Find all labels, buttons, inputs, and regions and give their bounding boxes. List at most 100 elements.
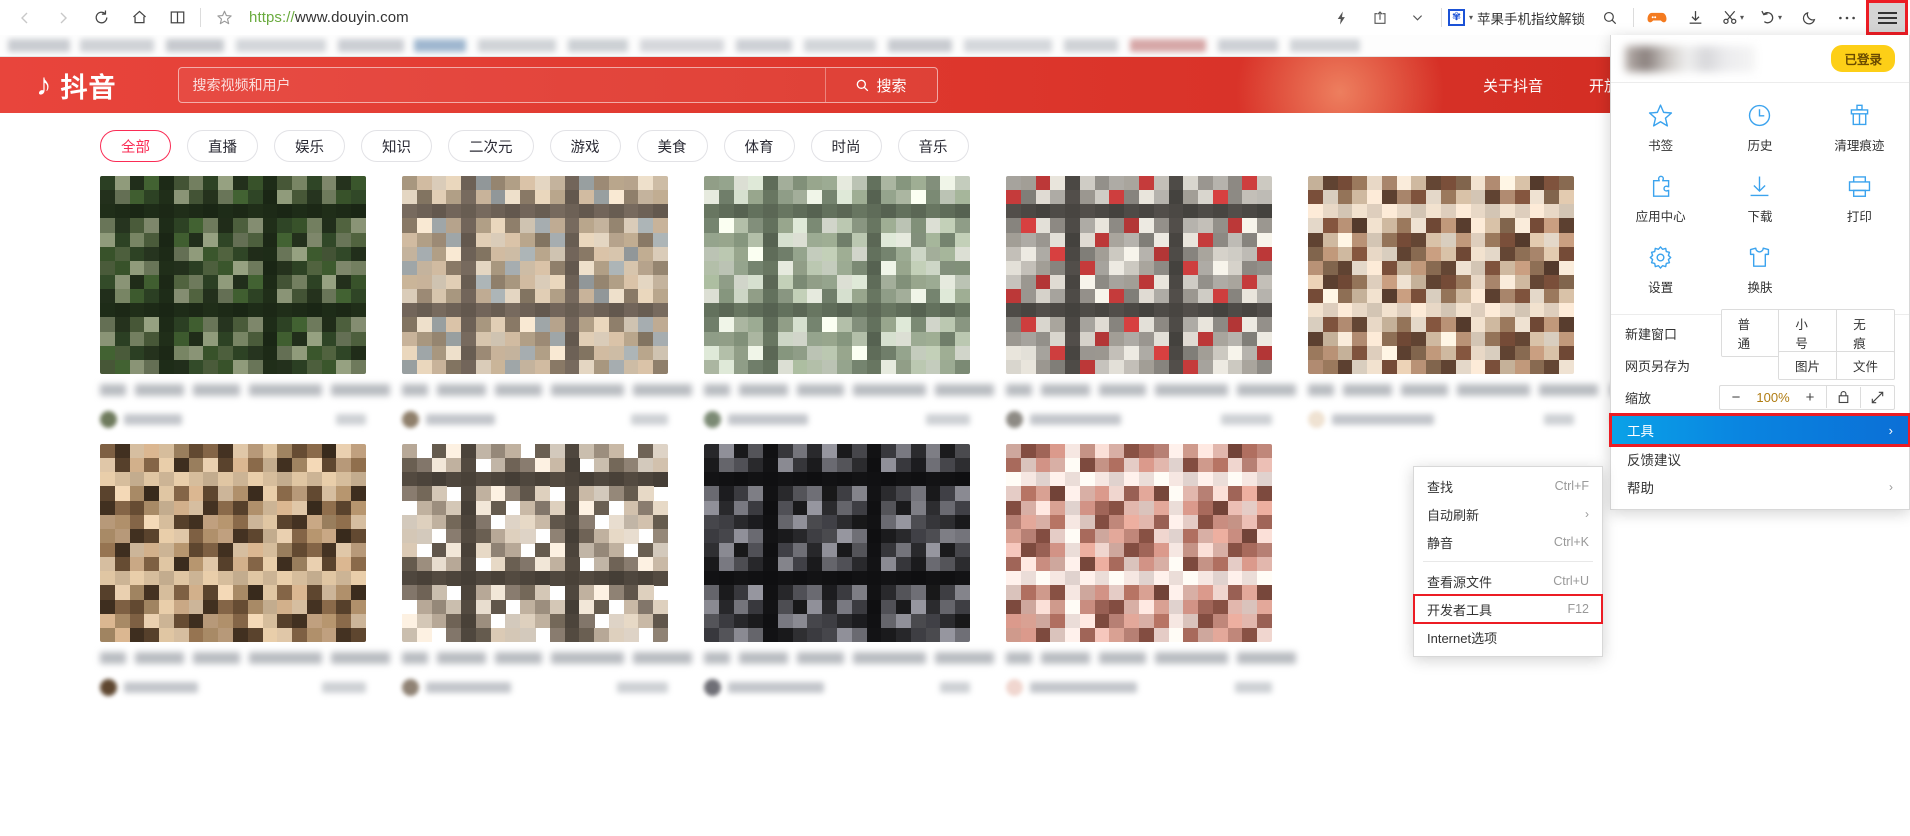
menu-tile-label: 应用中心 [1635, 210, 1686, 224]
nav-link-about[interactable]: 关于抖音 [1483, 75, 1543, 96]
video-card[interactable] [1006, 444, 1296, 696]
video-card[interactable] [704, 444, 994, 696]
submenu-item-2[interactable]: 自动刷新 › [1414, 500, 1602, 528]
chip-knowledge[interactable]: 知识 [361, 130, 432, 162]
save-as-file[interactable]: 文件 [1835, 351, 1894, 379]
video-card[interactable] [1308, 176, 1598, 428]
video-card[interactable] [100, 444, 390, 696]
ad-suggestion[interactable]: ✾ ▾ 苹果手机指纹解锁 [1447, 8, 1585, 28]
ellipsis-icon[interactable] [1828, 3, 1866, 33]
video-card[interactable] [402, 444, 692, 696]
video-card[interactable] [402, 176, 692, 428]
menu-tile-app-center[interactable]: 应用中心 [1611, 164, 1710, 235]
chip-fashion[interactable]: 时尚 [810, 130, 882, 162]
search-icon [857, 79, 869, 91]
chip-live[interactable]: 直播 [187, 130, 258, 162]
back-button[interactable] [6, 3, 44, 33]
view-count-blurred [631, 413, 668, 425]
account-row[interactable]: 已登录 [1611, 35, 1909, 83]
chip-music[interactable]: 音乐 [897, 130, 969, 162]
ad-label: 苹果手机指纹解锁 [1477, 11, 1585, 27]
reload-button[interactable] [82, 3, 120, 33]
menu-item-help[interactable]: 帮助 › [1611, 473, 1909, 501]
new-window-normal[interactable]: 普通 [1721, 310, 1779, 356]
url-scheme: https:// [249, 9, 295, 26]
login-status-badge[interactable]: 已登录 [1831, 45, 1895, 72]
zoom-plus-button[interactable]: + [1804, 389, 1816, 406]
hamburger-menu-button[interactable] [1866, 0, 1908, 35]
share-icon[interactable] [1361, 3, 1399, 33]
chip-food[interactable]: 美食 [636, 130, 708, 162]
lightning-icon[interactable] [1323, 3, 1361, 33]
menu-tile-skin[interactable]: 换肤 [1710, 235, 1809, 306]
video-card[interactable] [704, 176, 994, 428]
submenu-item-3[interactable]: 静音 Ctrl+K [1414, 528, 1602, 556]
browser-toolbar: https://www.douyin.com ✾ ▾ 苹果手机指纹解锁 ▾ ▾ [0, 0, 1910, 35]
menu-item-tools[interactable]: 工具 › [1609, 413, 1910, 447]
video-thumbnail[interactable] [1006, 444, 1272, 642]
new-window-small[interactable]: 小号 [1778, 310, 1837, 356]
author-name-blurred [728, 413, 808, 425]
zoom-lock-button[interactable] [1826, 386, 1860, 408]
home-button[interactable] [120, 3, 158, 33]
submenu-item-label: 静音 [1427, 535, 1454, 551]
submenu-item-shortcut: Ctrl+K [1553, 535, 1589, 549]
submenu-item-label: 自动刷新 [1427, 507, 1480, 523]
toolbar-divider [200, 8, 201, 27]
moon-icon[interactable] [1790, 3, 1828, 33]
video-thumbnail[interactable] [402, 444, 668, 642]
chip-anime[interactable]: 二次元 [448, 130, 534, 162]
scissors-icon[interactable]: ▾ [1714, 3, 1752, 33]
logo-text: 抖音 [60, 72, 117, 103]
search-bar[interactable]: 搜索 [177, 67, 938, 103]
douyin-logo[interactable]: ♪ 抖音 [36, 66, 117, 105]
submenu-item-6[interactable]: Internet选项 [1414, 623, 1602, 651]
chevron-down-icon[interactable] [1399, 3, 1437, 33]
video-thumbnail[interactable] [100, 444, 366, 642]
gamepad-icon[interactable] [1638, 3, 1676, 33]
submenu-item-4[interactable]: 查看源文件 Ctrl+U [1414, 567, 1602, 595]
reader-mode-button[interactable] [158, 3, 196, 33]
menu-tile-history[interactable]: 历史 [1710, 93, 1809, 164]
video-thumbnail[interactable] [1006, 176, 1272, 374]
video-caption [1308, 384, 1598, 401]
video-thumbnail[interactable] [402, 176, 668, 374]
undo-icon[interactable]: ▾ [1752, 3, 1790, 33]
video-thumbnail[interactable] [704, 444, 970, 642]
address-bar[interactable]: https://www.douyin.com [243, 9, 409, 26]
new-window-incognito[interactable]: 无痕 [1836, 310, 1894, 356]
zoom-minus-button[interactable]: − [1730, 389, 1742, 406]
zoom-value: 100% [1756, 389, 1790, 405]
save-as-image[interactable]: 图片 [1778, 351, 1836, 379]
search-button[interactable]: 搜索 [824, 68, 937, 102]
video-card[interactable] [1006, 176, 1296, 428]
search-icon[interactable] [1591, 3, 1629, 33]
gear-icon [1649, 246, 1672, 269]
menu-bottom-pad [1611, 501, 1909, 509]
video-thumbnail[interactable] [1308, 176, 1574, 374]
submenu-item-1[interactable]: 查找 Ctrl+F [1414, 472, 1602, 500]
zoom-fullscreen-button[interactable] [1860, 386, 1894, 408]
submenu-item-5[interactable]: 开发者工具 F12 [1413, 594, 1603, 624]
video-thumbnail[interactable] [100, 176, 366, 374]
search-input[interactable] [178, 77, 825, 93]
menu-tile-settings[interactable]: 设置 [1611, 235, 1710, 306]
bookmark-star-button[interactable] [205, 3, 243, 33]
video-card[interactable] [100, 176, 390, 428]
menu-tile-bookmarks[interactable]: 书签 [1611, 93, 1710, 164]
menu-item-feedback[interactable]: 反馈建议 [1611, 445, 1909, 473]
view-count-blurred [1235, 681, 1272, 693]
video-thumbnail[interactable] [704, 176, 970, 374]
chip-sports[interactable]: 体育 [723, 130, 795, 162]
forward-button[interactable] [44, 3, 82, 33]
video-meta [1006, 410, 1272, 428]
download-icon[interactable] [1676, 3, 1714, 33]
chip-entertainment[interactable]: 娱乐 [274, 130, 345, 162]
chip-games[interactable]: 游戏 [549, 130, 621, 162]
chip-all[interactable]: 全部 [100, 130, 171, 162]
menu-tile-clean-traces[interactable]: 清理痕迹 [1810, 93, 1909, 164]
menu-tile-print[interactable]: 打印 [1810, 164, 1909, 235]
menu-tile-downloads[interactable]: 下载 [1710, 164, 1809, 235]
lock-icon [1838, 390, 1849, 404]
chevron-right-icon: › [1888, 422, 1893, 438]
